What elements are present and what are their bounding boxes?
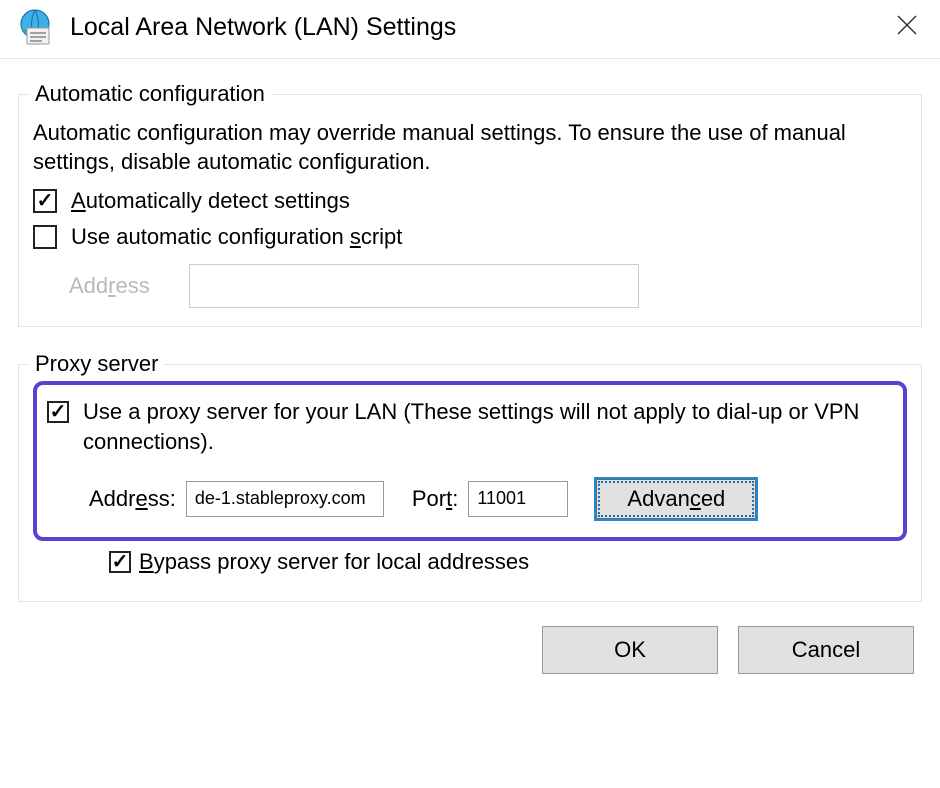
useproxy-checkbox[interactable] — [47, 401, 69, 423]
automatic-configuration-legend: Automatic configuration — [29, 81, 271, 107]
proxy-address-label: Address: — [89, 486, 176, 512]
script-address-input — [189, 264, 639, 308]
bypass-checkbox[interactable] — [109, 551, 131, 573]
usescript-label: Use automatic configuration script — [71, 224, 402, 250]
advanced-button[interactable]: Advanced — [596, 479, 756, 519]
close-button[interactable] — [886, 11, 928, 43]
dialog-content: Automatic configuration Automatic config… — [0, 59, 940, 688]
usescript-checkbox[interactable] — [33, 225, 57, 249]
proxy-server-group: Proxy server Use a proxy server for your… — [18, 351, 922, 601]
globe-settings-icon — [14, 6, 56, 48]
proxy-server-legend: Proxy server — [29, 351, 164, 377]
titlebar: Local Area Network (LAN) Settings — [0, 0, 940, 59]
autodetect-checkbox[interactable] — [33, 189, 57, 213]
window-title: Local Area Network (LAN) Settings — [70, 13, 886, 42]
proxy-address-input[interactable] — [186, 481, 384, 517]
ok-button[interactable]: OK — [542, 626, 718, 674]
autodetect-label: Automatically detect settings — [71, 188, 350, 214]
proxy-port-input[interactable] — [468, 481, 568, 517]
cancel-button[interactable]: Cancel — [738, 626, 914, 674]
bypass-label: Bypass proxy server for local addresses — [139, 549, 529, 575]
dialog-buttons: OK Cancel — [18, 626, 922, 674]
highlight-box: Use a proxy server for your LAN (These s… — [33, 381, 907, 540]
close-icon — [896, 14, 918, 36]
useproxy-label: Use a proxy server for your LAN (These s… — [83, 397, 887, 456]
automatic-configuration-description: Automatic configuration may override man… — [33, 119, 907, 176]
proxy-port-label: Port: — [412, 486, 459, 512]
automatic-configuration-group: Automatic configuration Automatic config… — [18, 81, 922, 327]
script-address-label: Address — [69, 273, 189, 299]
